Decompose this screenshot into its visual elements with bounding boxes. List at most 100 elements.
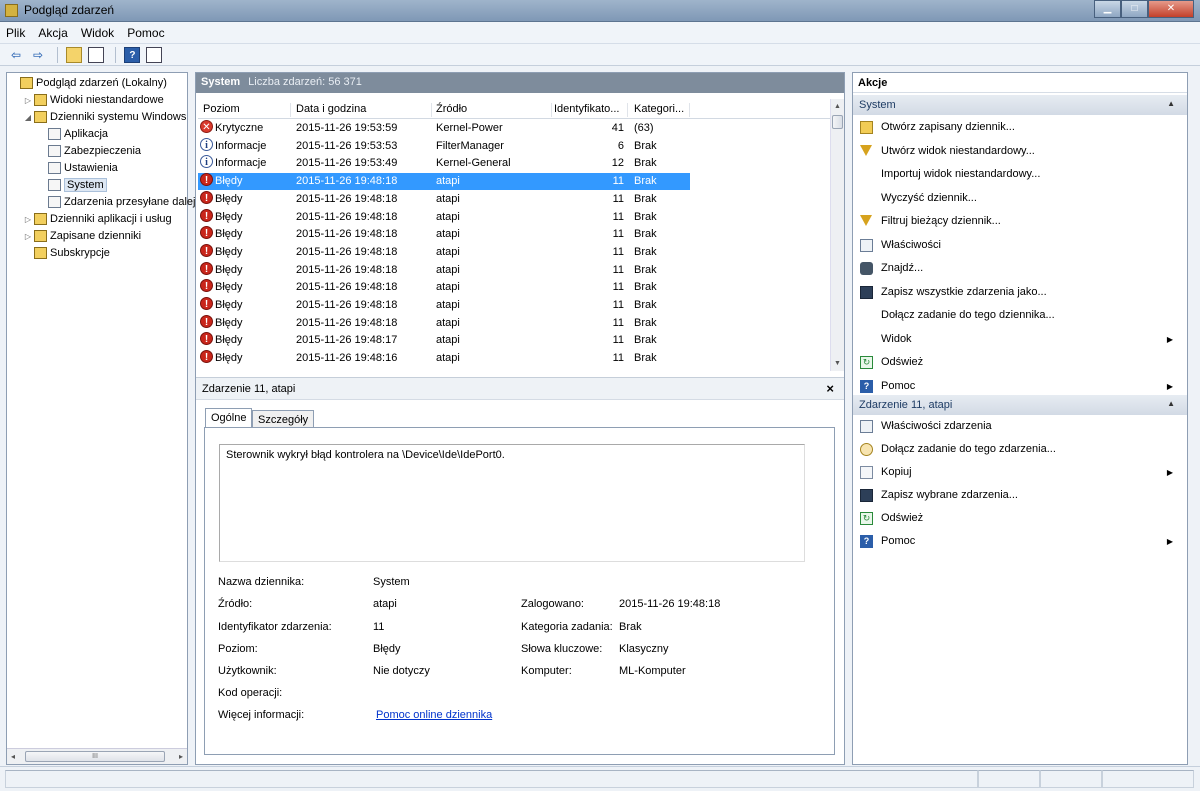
expander-icon[interactable]: ▷	[23, 211, 33, 228]
vertical-scrollbar[interactable]: ▲ ▼	[830, 99, 844, 371]
action-item[interactable]: Utwórz widok niestandardowy...	[853, 141, 1187, 163]
log-name: System	[201, 76, 241, 88]
action-item[interactable]: Właściwości zdarzenia	[853, 416, 1187, 438]
column-source[interactable]: Źródło	[436, 103, 552, 117]
action-item[interactable]: Widok ▶	[853, 329, 1187, 351]
column-level[interactable]: Poziom	[203, 103, 291, 117]
find-icon	[860, 262, 873, 275]
action-item[interactable]: Znajdź...	[853, 258, 1187, 280]
tree-item[interactable]: System	[37, 177, 107, 194]
error-icon: !	[200, 332, 213, 346]
table-row[interactable]: ! Błędy 2015-11-26 19:48:18 atapi 11 Brak	[198, 226, 830, 244]
up-folder-icon[interactable]	[66, 47, 83, 63]
scroll-up-icon[interactable]: ▲	[834, 103, 841, 110]
action-label: Pomoc	[881, 535, 916, 547]
back-arrow-icon[interactable]: ⇦	[8, 47, 24, 63]
forward-arrow-icon[interactable]: ⇨	[30, 47, 46, 63]
menu-view[interactable]: Widok	[76, 22, 119, 40]
copy-icon	[860, 466, 873, 479]
properties-icon	[860, 238, 873, 252]
table-row[interactable]: ! Błędy 2015-11-26 19:48:18 atapi 11 Brak	[198, 190, 830, 209]
open-log-icon	[860, 121, 873, 134]
collapse-icon[interactable]: ▲	[1167, 99, 1175, 108]
tree-item[interactable]: ▷ Dzienniki aplikacji i usług	[23, 211, 172, 228]
properties-icon[interactable]	[146, 47, 163, 63]
action-item[interactable]: Wyczyść dziennik...	[853, 188, 1187, 210]
menu-file[interactable]: Plik	[0, 22, 30, 40]
close-icon[interactable]: ×	[826, 381, 834, 396]
tree-item-label: Podgląd zdarzeń (Lokalny)	[36, 77, 167, 89]
help-icon[interactable]: ?	[124, 47, 141, 63]
action-item[interactable]: Otwórz zapisany dziennik...	[853, 117, 1187, 139]
actions-section-system[interactable]: System ▲	[853, 95, 1187, 115]
blank-icon	[860, 192, 873, 205]
table-row[interactable]: ! Błędy 2015-11-26 19:48:18 atapi 11 Brak	[198, 173, 830, 191]
action-item[interactable]: Właściwości	[853, 235, 1187, 257]
action-item[interactable]: ↻ Odśwież	[853, 508, 1187, 530]
actions-section-event[interactable]: Zdarzenie 11, atapi ▲	[853, 395, 1187, 415]
tree-item[interactable]: Subskrypcje	[23, 245, 110, 262]
status-segment	[1102, 770, 1194, 788]
more-info-label: Więcej informacji:	[218, 709, 305, 721]
action-item[interactable]: Zapisz wszystkie zdarzenia jako...	[853, 282, 1187, 304]
tree-item[interactable]: Aplikacja	[37, 126, 108, 143]
cell-source: Kernel-Power	[436, 122, 503, 134]
table-row[interactable]: ! Błędy 2015-11-26 19:48:18 atapi 11 Brak	[198, 261, 830, 280]
column-category[interactable]: Kategori...	[634, 103, 690, 117]
action-item[interactable]: Dołącz zadanie do tego zdarzenia...	[853, 439, 1187, 461]
scroll-right-icon[interactable]: ▸	[179, 752, 183, 761]
tree-item[interactable]: ▷ Widoki niestandardowe	[23, 92, 164, 109]
folder-icon	[34, 213, 47, 226]
logged-value: 2015-11-26 19:48:18	[619, 598, 721, 610]
expander-icon[interactable]: ▷	[23, 228, 33, 245]
table-row[interactable]: ! Błędy 2015-11-26 19:48:18 atapi 11 Brak	[198, 279, 830, 297]
column-event-id[interactable]: Identyfikato...	[554, 103, 628, 117]
table-row[interactable]: ! Błędy 2015-11-26 19:48:18 atapi 11 Brak	[198, 243, 830, 262]
action-item[interactable]: Filtruj bieżący dziennik...	[853, 211, 1187, 233]
menu-action[interactable]: Akcja	[33, 22, 72, 40]
table-row[interactable]: i Informacje 2015-11-26 19:53:53 FilterMana…	[198, 137, 830, 156]
title-bar[interactable]: Podgląd zdarzeń ▁ □ ✕	[0, 0, 1200, 22]
scroll-thumb[interactable]	[832, 115, 843, 129]
event-id-value: 11	[373, 621, 385, 633]
tab-general[interactable]: Ogólne	[205, 408, 253, 428]
table-row[interactable]: ! Błędy 2015-11-26 19:48:17 atapi 11 Brak	[198, 332, 830, 350]
action-item[interactable]: Importuj widok niestandardowy...	[853, 164, 1187, 186]
table-row[interactable]: ! Błędy 2015-11-26 19:48:18 atapi 11 Brak	[198, 208, 830, 227]
collapse-icon[interactable]: ▲	[1167, 399, 1175, 408]
tab-details[interactable]: Szczegóły	[252, 410, 315, 428]
table-row[interactable]: ! Błędy 2015-11-26 19:48:18 atapi 11 Brak	[198, 314, 830, 333]
action-item[interactable]: Zapisz wybrane zdarzenia...	[853, 485, 1187, 507]
menu-help[interactable]: Pomoc	[122, 22, 169, 40]
expander-icon[interactable]: ◢	[23, 109, 33, 126]
table-row[interactable]: ! Błędy 2015-11-26 19:48:16 atapi 11 Brak	[198, 350, 830, 368]
table-row[interactable]: ! Błędy 2015-11-26 19:48:18 atapi 11 Brak	[198, 297, 830, 315]
online-help-link[interactable]: Pomoc online dziennika	[376, 709, 492, 721]
task-category-label: Kategoria zadania:	[521, 621, 613, 633]
table-row[interactable]: i Informacje 2015-11-26 19:53:49 Kernel-Gen…	[198, 155, 830, 173]
show-hide-tree-icon[interactable]	[88, 47, 105, 63]
maximize-button[interactable]: □	[1121, 0, 1148, 18]
action-item[interactable]: Dołącz zadanie do tego dziennika...	[853, 305, 1187, 327]
action-item[interactable]: ? Pomoc ▶	[853, 531, 1187, 553]
event-description[interactable]: Sterownik wykrył błąd kontrolera na \Dev…	[219, 444, 805, 562]
action-item[interactable]: ↻ Odśwież	[853, 352, 1187, 374]
tree-item[interactable]: Ustawienia	[37, 160, 118, 177]
tree-item[interactable]: Podgląd zdarzeń (Lokalny)	[9, 75, 167, 92]
tree-item[interactable]: ▷ Zapisane dzienniki	[23, 228, 141, 245]
table-row[interactable]: ✕ Krytyczne 2015-11-26 19:53:59 Kernel-Powe…	[198, 120, 830, 138]
tree-item[interactable]: Zdarzenia przesyłane dalej	[37, 194, 195, 211]
close-button[interactable]: ✕	[1148, 0, 1194, 18]
action-item[interactable]: Kopiuj ▶	[853, 462, 1187, 484]
scroll-down-icon[interactable]: ▼	[834, 360, 841, 367]
scroll-left-icon[interactable]: ◂	[11, 752, 15, 761]
tree-item[interactable]: Zabezpieczenia	[37, 143, 141, 160]
tree-item[interactable]: ◢ Dzienniki systemu Windows	[23, 109, 186, 126]
minimize-button[interactable]: ▁	[1094, 0, 1121, 18]
tree-item-label: Zapisane dzienniki	[50, 230, 142, 242]
log-icon	[48, 128, 61, 141]
scroll-thumb[interactable]: III	[25, 751, 165, 762]
horizontal-scrollbar[interactable]: ◂ III ▸	[7, 748, 187, 764]
expander-icon[interactable]: ▷	[23, 92, 33, 109]
column-date[interactable]: Data i godzina	[296, 103, 432, 117]
